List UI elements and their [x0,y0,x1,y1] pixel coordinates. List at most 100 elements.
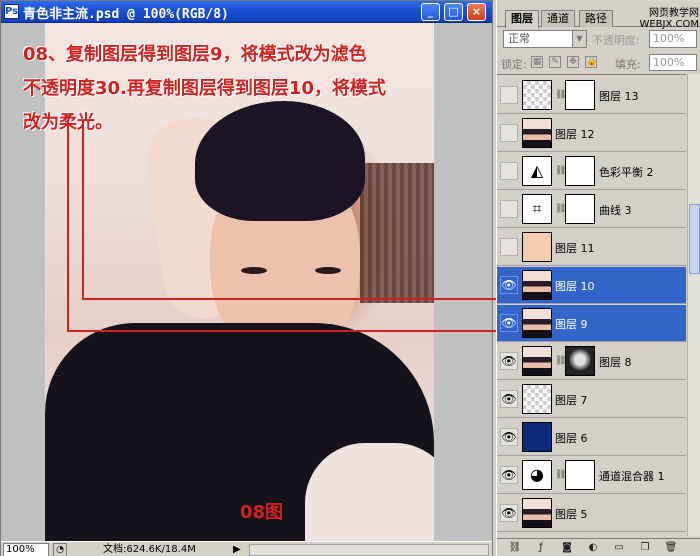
visibility-eye-icon[interactable] [500,124,518,142]
layer-row[interactable]: ◭ ⛓ 色彩平衡 2 [497,153,686,190]
annotation-line-2: 不透明度30.再复制图层得到图层10，将模式 [23,78,386,99]
layer-name: 通道混合器 1 [599,470,665,483]
layers-scrollbar[interactable] [687,74,700,536]
visibility-eye-icon[interactable] [500,238,518,256]
lock-all-icon[interactable]: 🔒 [585,56,597,68]
lock-move-icon[interactable]: ✥ [567,56,579,68]
visibility-eye-icon[interactable]: 👁 [500,276,518,294]
layer-row[interactable]: 👁 图层 9 [497,305,686,342]
layer-thumbnail [522,346,552,376]
watermark-line-1: 网页教学网 [649,8,699,19]
layer-mask-thumbnail[interactable] [565,194,595,224]
visibility-eye-icon[interactable]: 👁 [500,466,518,484]
fx-icon[interactable]: ƒ [533,541,549,555]
layers-panel: 图层 通道 路径 网页教学网 WEBJX.COM 正常 ▼ 不透明度: 100%… [496,0,700,556]
layer-mask-thumbnail[interactable] [565,156,595,186]
leader-line [82,120,84,300]
minimize-button[interactable]: _ [421,3,440,21]
blend-row: 正常 ▼ 不透明度: 100% [497,30,700,50]
opacity-input[interactable]: 100% [649,30,697,48]
layer-row[interactable]: 👁 图层 10 [497,267,686,304]
tab-channels[interactable]: 通道 [541,10,575,27]
horizontal-scrollbar[interactable] [249,544,489,556]
layer-row[interactable]: 👁 图层 7 [497,381,686,418]
folder-icon[interactable]: ▭ [611,541,627,555]
layer-name: 图层 6 [555,432,588,445]
status-menu-arrow-icon[interactable]: ▶ [233,543,241,556]
layer-name: 色彩平衡 2 [599,166,654,179]
mask-icon[interactable]: ◙ [559,541,575,555]
close-button[interactable]: × [467,3,486,21]
layer-thumbnail [522,422,552,452]
layer-mask-thumbnail[interactable] [565,80,595,110]
zoom-field[interactable]: 100% [3,543,49,556]
lock-paint-icon[interactable]: ✎ [549,56,561,68]
layer-thumbnail [522,498,552,528]
window-title: 青色非主流.psd @ 100%(RGB/8) [23,7,229,22]
watermark-line-2: WEBJX.COM [639,19,699,30]
left-eye [241,267,267,274]
layer-thumbnail [522,384,552,414]
new-layer-icon[interactable]: ❐ [637,541,653,555]
layer-row[interactable]: 图层 11 [497,229,686,266]
tab-paths[interactable]: 路径 [579,10,613,27]
layer-name: 图层 12 [555,128,595,141]
leader-line [67,330,514,332]
right-eye [315,267,341,274]
knee [305,443,434,541]
status-bar: 100% ◔ 文档:624.6K/18.4M ▶ [1,541,492,556]
panel-tabs: 图层 通道 路径 网页教学网 WEBJX.COM [497,8,700,30]
layer-row[interactable]: ⛓ 图层 13 [497,77,686,114]
visibility-eye-icon[interactable] [500,86,518,104]
lock-transparency-icon[interactable]: ▦ [531,56,543,68]
layer-thumbnail [522,80,552,110]
layer-row[interactable]: 👁 图层 5 [497,495,686,532]
layer-row[interactable]: 👁 ◕ ⛓ 通道混合器 1 [497,457,686,494]
layer-thumbnail [522,232,552,262]
fill-input[interactable]: 100% [649,54,697,71]
layer-row[interactable]: 图层 12 [497,115,686,152]
layer-thumbnail [522,270,552,300]
photoshop-workspace: Ps 青色非主流.psd @ 100%(RGB/8) _ □ × 08、复制图层… [0,0,700,556]
layer-name: 图层 8 [599,356,632,369]
layer-name: 图层 9 [555,318,588,331]
layer-row[interactable]: 👁 ⛓ 图层 8 [497,343,686,380]
tutorial-annotation: 08、复制图层得到图层9，将模式改为滤色 不透明度30.再复制图层得到图层10，… [23,38,463,140]
layer-name: 图层 5 [555,508,588,521]
visibility-eye-icon[interactable]: 👁 [500,390,518,408]
annotation-line-3: 改为柔光。 [23,106,463,140]
visibility-eye-icon[interactable]: 👁 [500,314,518,332]
annotation-line-1: 08、复制图层得到图层9，将模式改为滤色 [23,44,367,65]
layer-name: 图层 13 [599,90,639,103]
scrollbar-thumb[interactable] [689,204,700,274]
layer-list: ⛓ 图层 13 图层 12 ◭ ⛓ 色彩平衡 2 ⌗ ⛓ 曲线 3 图层 11 👁 图层 10 👁 图层 … [497,74,686,536]
adjustment-icon[interactable]: ◐ [585,541,601,555]
layer-mask-thumbnail[interactable] [565,460,595,490]
fill-label: 填充: [615,58,641,71]
layer-row[interactable]: 👁 图层 6 [497,419,686,456]
title-bar[interactable]: Ps 青色非主流.psd @ 100%(RGB/8) _ □ × [1,1,492,23]
visibility-eye-icon[interactable]: 👁 [500,352,518,370]
opacity-label: 不透明度: [592,34,640,47]
layer-row[interactable]: ⌗ ⛓ 曲线 3 [497,191,686,228]
leader-line [82,298,514,300]
tab-layers[interactable]: 图层 [505,10,539,28]
layer-name: 曲线 3 [599,204,632,217]
maximize-button[interactable]: □ [444,3,463,21]
visibility-eye-icon[interactable] [500,162,518,180]
layer-thumbnail [522,118,552,148]
layer-thumbnail: ◕ [522,460,552,490]
navigator-icon[interactable]: ◔ [53,543,67,556]
lock-row: 锁定: ▦ ✎ ✥ 🔒 填充: 100% [497,54,700,72]
layer-mask-thumbnail[interactable] [565,346,595,376]
link-icon[interactable]: ⛓ [507,541,523,555]
curtain-background [360,163,434,303]
blend-mode-select[interactable]: 正常 ▼ [503,30,587,48]
leader-line [67,120,69,332]
ps-document-icon: Ps [4,4,19,19]
visibility-eye-icon[interactable]: 👁 [500,504,518,522]
chevron-down-icon: ▼ [572,31,586,47]
trash-icon[interactable]: 🗑 [663,541,679,555]
visibility-eye-icon[interactable]: 👁 [500,428,518,446]
visibility-eye-icon[interactable] [500,200,518,218]
